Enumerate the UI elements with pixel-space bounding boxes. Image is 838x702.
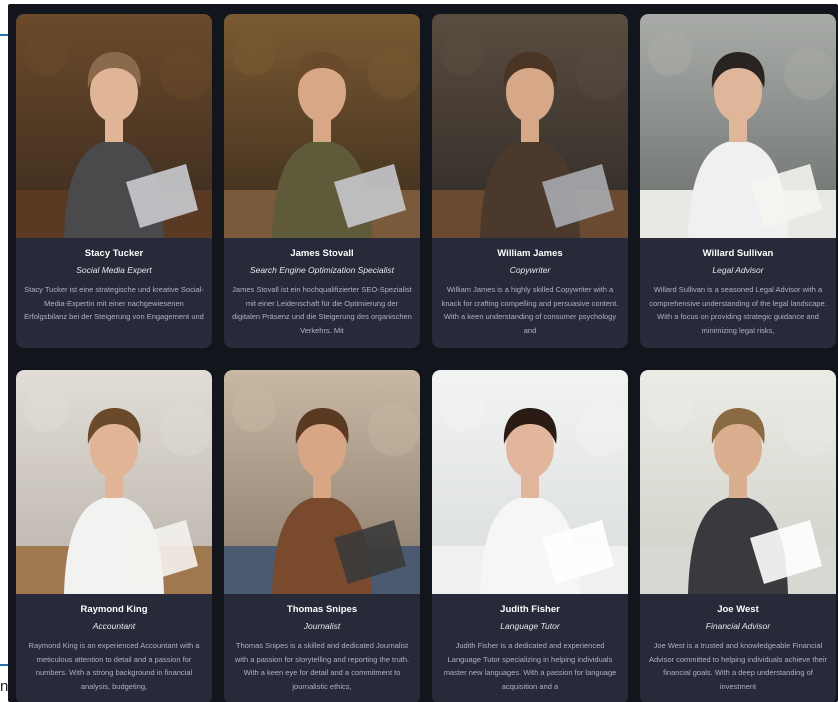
- team-member-card[interactable]: Judith Fisher Language Tutor Judith Fisher…: [432, 370, 628, 702]
- team-member-bio: Raymond King is an experienced Accountan…: [28, 641, 200, 691]
- team-member-photo: [432, 370, 628, 594]
- team-member-name: Thomas Snipes: [286, 604, 358, 615]
- team-member-card[interactable]: Raymond King Accountant Raymond King is an…: [16, 370, 212, 702]
- team-member-name: Joe West: [717, 604, 759, 615]
- team-member-card[interactable]: James Stovall Search Engine Optimization …: [224, 14, 420, 348]
- team-member-card[interactable]: Thomas Snipes Journalist Thomas Snipes is …: [224, 370, 420, 702]
- team-member-photo: [640, 14, 836, 238]
- team-member-name: Stacy Tucker: [84, 248, 144, 259]
- team-member-bio: James Stovall ist ein hochqualifizierter…: [232, 285, 412, 335]
- team-member-role: Social Media Expert: [76, 265, 152, 275]
- team-member-card[interactable]: Stacy Tucker Social Media Expert Stacy Tuc…: [16, 14, 212, 348]
- team-member-photo: [16, 14, 212, 238]
- page: n Stacy Tucker Social Media Expert Stacy T…: [0, 0, 838, 702]
- team-member-role: Journalist: [303, 621, 341, 631]
- team-member-photo: [224, 370, 420, 594]
- team-member-photo: [224, 14, 420, 238]
- team-member-card[interactable]: William James Copywriter William James is …: [432, 14, 628, 348]
- team-member-bio: William James is a highly skilled Copywr…: [441, 285, 619, 335]
- team-member-bio: Judith Fisher is a dedicated and experie…: [443, 641, 617, 691]
- team-member-card[interactable]: Willard Sullivan Legal Advisor Willard Sul…: [640, 14, 836, 348]
- team-member-role: Legal Advisor: [712, 265, 764, 275]
- team-member-card[interactable]: Joe West Financial Advisor Joe West is a t…: [640, 370, 836, 702]
- team-member-bio: Stacy Tucker ist eine strategische und k…: [24, 285, 204, 321]
- team-member-name: Judith Fisher: [500, 604, 560, 615]
- team-member-photo: [432, 14, 628, 238]
- team-member-name: Raymond King: [80, 604, 148, 615]
- team-member-bio: Thomas Snipes is a skilled and dedicated…: [234, 641, 410, 691]
- team-member-photo: [16, 370, 212, 594]
- team-member-photo: [640, 370, 836, 594]
- team-member-name: Willard Sullivan: [702, 248, 774, 259]
- team-member-role: Accountant: [92, 621, 136, 631]
- team-member-name: James Stovall: [290, 248, 354, 259]
- team-member-bio: Joe West is a trusted and knowledgeable …: [648, 641, 827, 691]
- team-member-role: Financial Advisor: [705, 621, 771, 631]
- team-member-name: William James: [497, 248, 563, 259]
- team-member-role: Copywriter: [509, 265, 551, 275]
- team-member-bio: Willard Sullivan is a seasoned Legal Adv…: [649, 285, 827, 335]
- team-member-role: Search Engine Optimization Specialist: [249, 265, 395, 275]
- team-member-role: Language Tutor: [500, 621, 560, 631]
